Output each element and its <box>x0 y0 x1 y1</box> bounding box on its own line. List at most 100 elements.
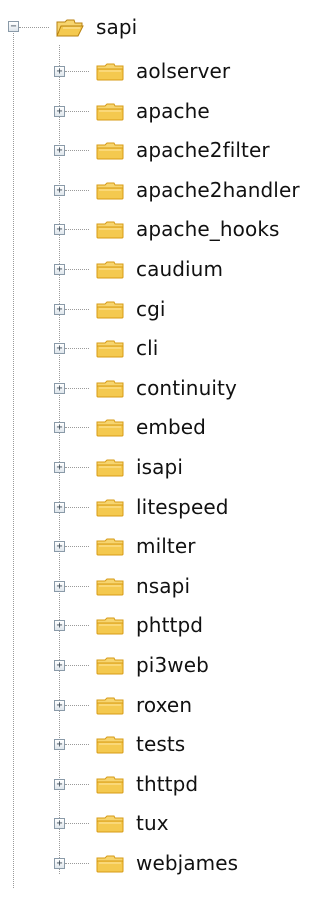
expand-icon[interactable]: + <box>54 818 65 830</box>
tree-item-label: embed <box>136 415 206 440</box>
folder-icon <box>96 736 124 754</box>
tree-item[interactable]: + caudium <box>0 253 326 287</box>
folder-icon <box>96 657 124 675</box>
tree-item[interactable]: + embed <box>0 411 326 445</box>
tree-item[interactable]: + thttpd <box>0 768 326 802</box>
folder-icon <box>96 63 124 81</box>
tree-root-sapi[interactable]: − sapi <box>0 12 326 46</box>
tree-item-label: aolserver <box>136 59 231 83</box>
tree-item-label: pi3web <box>136 653 209 677</box>
tree-item[interactable]: + roxen <box>0 689 326 723</box>
expand-icon[interactable]: + <box>54 184 65 196</box>
tree-item[interactable]: + aolserver <box>0 55 326 89</box>
expand-icon[interactable]: + <box>54 264 65 275</box>
expand-icon[interactable]: + <box>54 778 65 790</box>
tree-connector <box>65 71 89 72</box>
tree-connector <box>65 823 89 825</box>
tree-item[interactable]: + nsapi <box>0 570 326 604</box>
expand-icon[interactable]: + <box>54 224 65 236</box>
expand-icon[interactable]: + <box>54 699 65 711</box>
tree-item-label: phttpd <box>136 613 204 638</box>
tree-connector <box>65 387 89 389</box>
tree-item-label: tests <box>136 732 186 757</box>
tree-item-label: tux <box>136 811 169 836</box>
expand-icon[interactable]: + <box>54 620 65 632</box>
folder-icon <box>96 617 124 635</box>
folder-icon <box>96 380 124 398</box>
tree-item[interactable]: + apache2handler <box>0 174 326 208</box>
tree-item[interactable]: + tux <box>0 807 326 841</box>
collapse-icon[interactable]: − <box>8 21 19 32</box>
expand-icon[interactable]: + <box>54 105 65 117</box>
folder-icon <box>96 340 124 358</box>
tree-item[interactable]: + continuity <box>0 372 326 406</box>
folder-icon <box>96 697 124 715</box>
tree-connector <box>65 744 89 746</box>
tree-item[interactable]: + tests <box>0 728 326 762</box>
tree-item-label: nsapi <box>136 573 191 598</box>
tree-item[interactable]: + pi3web <box>0 649 326 683</box>
tree-connector <box>65 506 89 508</box>
tree-item[interactable]: + litespeed <box>0 491 326 525</box>
tree-connector <box>65 189 89 191</box>
tree-item[interactable]: + apache_hooks <box>0 213 326 247</box>
tree-item-label: thttpd <box>136 771 199 796</box>
tree-item[interactable]: + phttpd <box>0 609 326 643</box>
folder-icon <box>96 301 124 319</box>
expand-icon[interactable]: + <box>54 66 65 77</box>
tree-item-label: roxen <box>136 692 193 717</box>
tree-item-label: apache2filter <box>136 138 270 163</box>
expand-icon[interactable]: + <box>54 501 65 513</box>
folder-icon <box>96 499 124 517</box>
tree-connector <box>65 308 89 310</box>
tree-item[interactable]: + apache2filter <box>0 134 326 168</box>
tree-item-label: caudium <box>136 257 224 281</box>
tree-item[interactable]: + webjames <box>0 847 326 881</box>
tree-item-label: isapi <box>136 455 183 479</box>
folder-icon <box>96 182 124 200</box>
tree-connector <box>65 546 89 548</box>
tree-connector <box>65 229 89 231</box>
folder-tree: − sapi + aolserver + apache + apache2filter + a… <box>0 0 326 904</box>
expand-icon[interactable]: + <box>54 858 65 869</box>
expand-icon[interactable]: + <box>54 580 65 592</box>
tree-connector <box>65 110 89 112</box>
tree-item[interactable]: + cli <box>0 332 326 366</box>
tree-item-label: cli <box>136 336 159 361</box>
tree-connector <box>65 585 89 587</box>
tree-connector <box>65 625 89 627</box>
tree-connector <box>65 783 89 785</box>
tree-connector <box>65 150 89 152</box>
expand-icon[interactable]: + <box>54 739 65 751</box>
expand-icon[interactable]: + <box>54 541 65 553</box>
tree-connector <box>65 348 89 350</box>
expand-icon[interactable]: + <box>54 660 65 671</box>
folder-icon <box>96 419 124 437</box>
tree-connector <box>65 467 89 468</box>
folder-icon <box>96 142 124 160</box>
tree-item[interactable]: + milter <box>0 530 326 564</box>
expand-icon[interactable]: + <box>54 303 65 315</box>
open-folder-icon <box>56 19 84 37</box>
expand-icon[interactable]: + <box>54 422 65 434</box>
expand-icon[interactable]: + <box>54 462 65 473</box>
tree-item-label: apache <box>136 98 210 123</box>
tree-item-label: cgi <box>136 296 166 321</box>
expand-icon[interactable]: + <box>54 343 65 355</box>
expand-icon[interactable]: + <box>54 382 65 394</box>
tree-connector <box>65 269 89 270</box>
tree-item-label: apache_hooks <box>136 217 280 242</box>
tree-item-label: webjames <box>136 851 239 875</box>
tree-connector <box>65 427 89 429</box>
tree-connector <box>65 665 89 666</box>
tree-item[interactable]: + apache <box>0 95 326 129</box>
folder-icon <box>96 855 124 873</box>
expand-icon[interactable]: + <box>54 145 65 157</box>
tree-item-label: milter <box>136 534 196 559</box>
tree-item[interactable]: + cgi <box>0 293 326 327</box>
tree-item[interactable]: + isapi <box>0 451 326 485</box>
folder-icon <box>96 538 124 556</box>
tree-root-label: sapi <box>96 15 138 39</box>
folder-icon <box>96 261 124 279</box>
folder-icon <box>96 815 124 833</box>
